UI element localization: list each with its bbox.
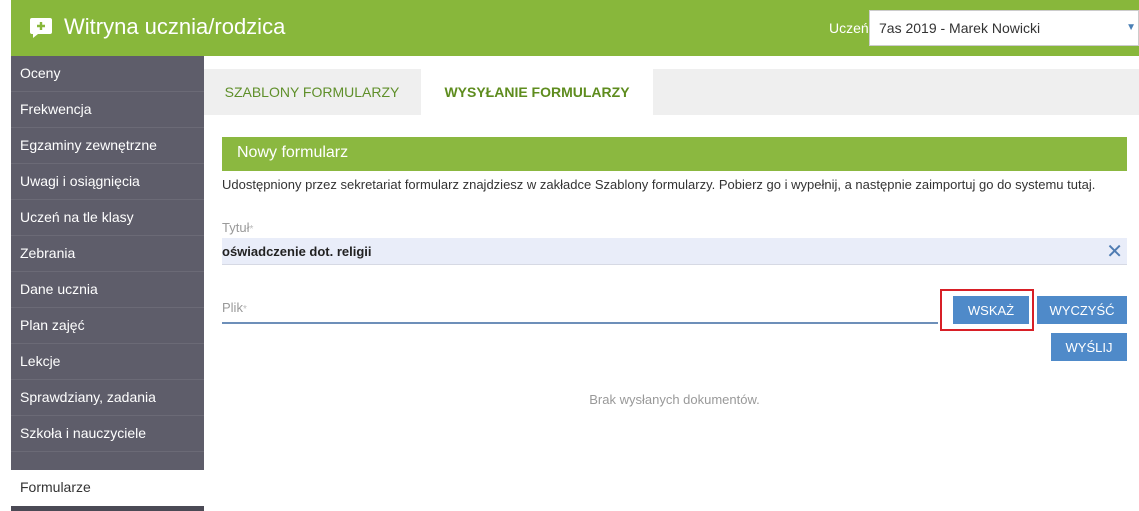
tab-wysylanie-formularzy[interactable]: WYSYŁANIE FORMULARZY xyxy=(421,69,653,115)
student-label: Uczeń: xyxy=(829,20,873,36)
sidebar-item-oceny[interactable]: Oceny xyxy=(11,56,204,92)
student-select[interactable]: 7as 2019 - Marek Nowicki ▼ xyxy=(869,10,1139,46)
sidebar-item-formularze[interactable]: Formularze xyxy=(11,470,204,506)
title-label: Tytuł* xyxy=(222,220,253,235)
pick-file-button[interactable]: WSKAŻ xyxy=(953,296,1029,324)
sidebar-item-zebrania[interactable]: Zebrania xyxy=(11,236,204,272)
chat-plus-icon xyxy=(30,18,52,38)
sidebar-item-label: Egzaminy zewnętrzne xyxy=(20,137,157,153)
sidebar-item-label: Frekwencja xyxy=(20,101,92,117)
sidebar-item-label: Lekcje xyxy=(20,353,61,369)
sidebar-item-label: Plan zajęć xyxy=(20,317,85,333)
student-select-value: 7as 2019 - Marek Nowicki xyxy=(879,20,1041,36)
tab-bar: SZABLONY FORMULARZY WYSYŁANIE FORMULARZY xyxy=(204,69,1139,115)
empty-message: Brak wysłanych dokumentów. xyxy=(589,392,760,407)
sidebar-item-label: Uczeń na tle klasy xyxy=(20,209,134,225)
sidebar-item-lekcje[interactable]: Lekcje xyxy=(11,344,204,380)
sidebar-item-label: Zebrania xyxy=(20,245,76,261)
file-label-text: Plik xyxy=(222,300,243,315)
sidebar-item-uwagi[interactable]: Uwagi i osiągnięcia xyxy=(11,164,204,200)
panel-heading: Nowy formularz xyxy=(222,137,1127,171)
app-title: Witryna ucznia/rodzica xyxy=(64,14,286,39)
sidebar-item-sprawdziany[interactable]: Sprawdziany, zadania xyxy=(11,380,204,416)
sidebar-item-label: Sprawdziany, zadania xyxy=(20,389,156,405)
sidebar-item-label: Oceny xyxy=(20,65,61,81)
clear-button[interactable]: WYCZYŚĆ xyxy=(1037,296,1127,324)
title-label-text: Tytuł xyxy=(222,220,250,235)
title-input-value: oświadczenie dot. religii xyxy=(222,244,372,259)
sidebar-item-label: Szkoła i nauczyciele xyxy=(20,425,147,441)
required-mark: * xyxy=(242,304,247,315)
sidebar-item-label: Formularze xyxy=(20,479,91,495)
sidebar-item-frekwencja[interactable]: Frekwencja xyxy=(11,92,204,128)
tab-szablony-formularzy[interactable]: SZABLONY FORMULARZY xyxy=(204,69,420,115)
sidebar-item-szkola[interactable]: Szkoła i nauczyciele xyxy=(11,416,204,452)
sidebar-next-item xyxy=(11,506,204,511)
close-icon[interactable]: ✕ xyxy=(1106,239,1123,264)
sidebar-item-label: Uwagi i osiągnięcia xyxy=(20,173,140,189)
title-input[interactable]: oświadczenie dot. religii ✕ xyxy=(222,238,1127,265)
file-label: Plik* xyxy=(222,300,247,315)
sidebar-item-uczen-na-tle-klasy[interactable]: Uczeń na tle klasy xyxy=(11,200,204,236)
info-text: Udostępniony przez sekretariat formularz… xyxy=(222,177,1096,192)
chevron-down-icon: ▼ xyxy=(1126,22,1136,33)
sidebar-item-dane-ucznia[interactable]: Dane ucznia xyxy=(11,272,204,308)
sidebar-item-label: Dane ucznia xyxy=(20,281,98,297)
file-input[interactable] xyxy=(222,322,938,324)
sidebar-item-egzaminy[interactable]: Egzaminy zewnętrzne xyxy=(11,128,204,164)
sidebar-item-plan-zajec[interactable]: Plan zajęć xyxy=(11,308,204,344)
sidebar: Oceny Frekwencja Egzaminy zewnętrzne Uwa… xyxy=(11,56,204,511)
send-button[interactable]: WYŚLIJ xyxy=(1051,333,1127,361)
required-mark: * xyxy=(249,224,254,235)
